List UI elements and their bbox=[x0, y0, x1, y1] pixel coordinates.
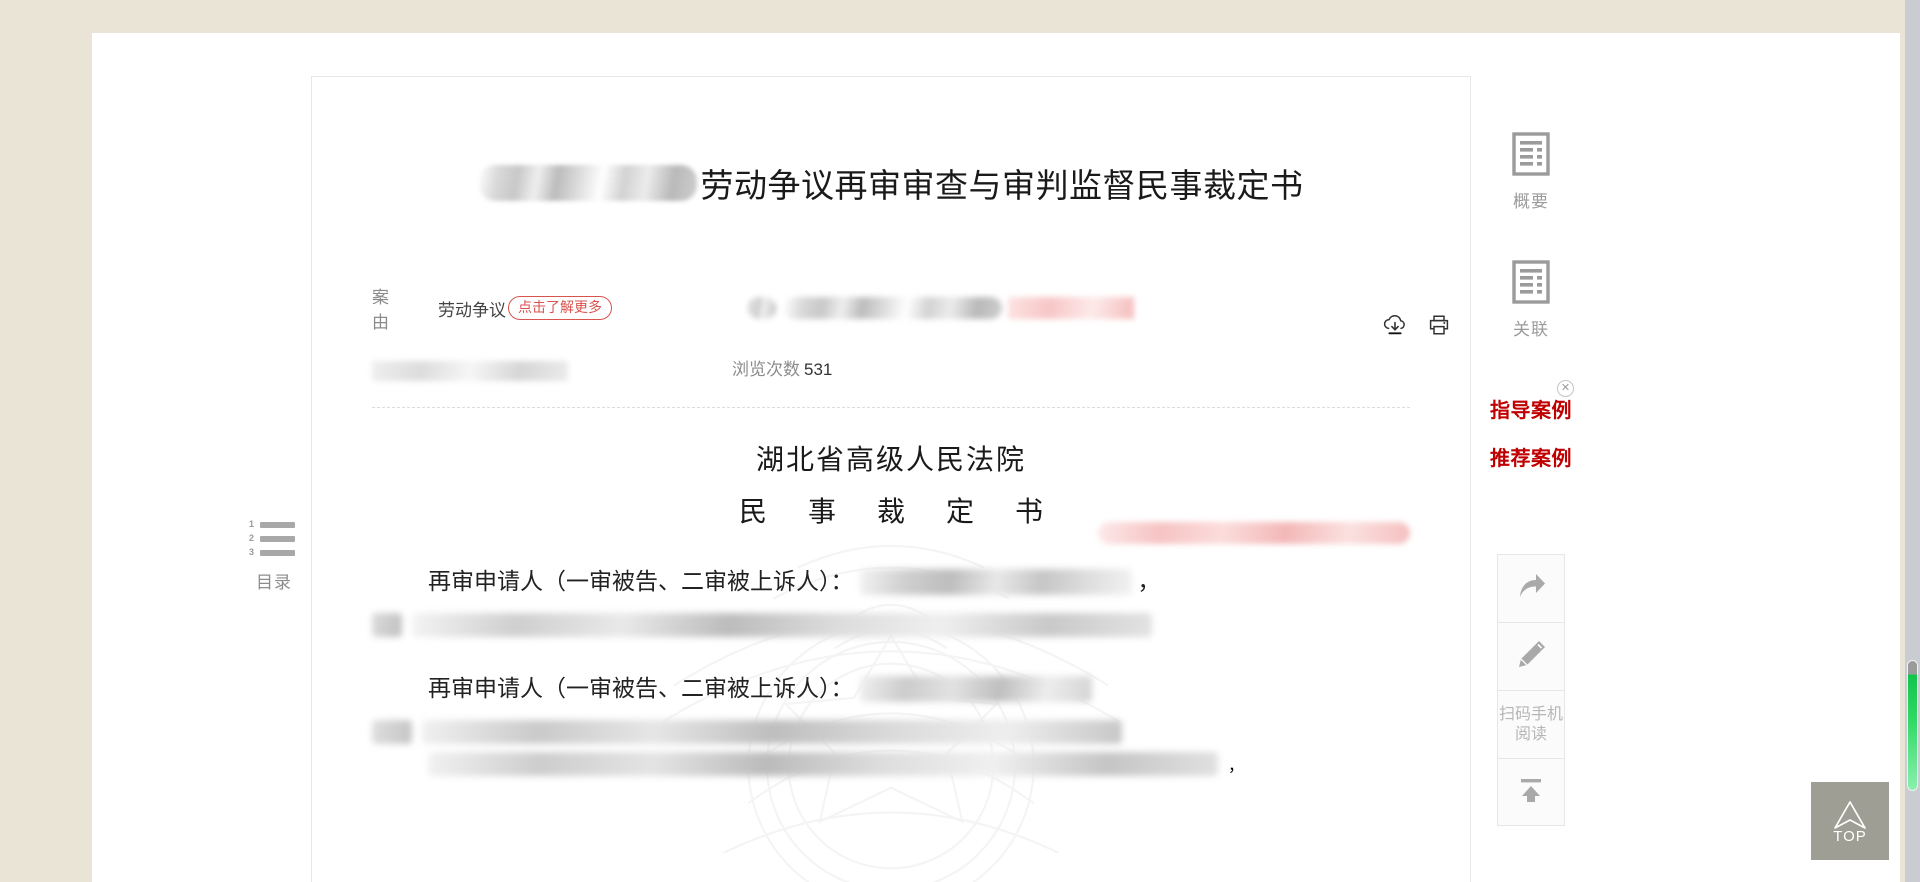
floating-action-stack: 扫码手机阅读 bbox=[1497, 554, 1565, 826]
redacted-title-prefix bbox=[478, 165, 697, 201]
redacted-highlight-bar bbox=[1098, 522, 1410, 544]
pencil-icon bbox=[1514, 638, 1548, 675]
document-body: 湖北省高级人民法院 民 事 裁 定 书 再审申请人（一审被告、二审被上诉人）： … bbox=[372, 438, 1410, 882]
promo-panel: ✕ 指导案例 推荐案例 bbox=[1471, 380, 1591, 474]
meta-row-case-source: 案 由 劳动争议 点击了解更多 bbox=[372, 283, 1410, 333]
cloud-download-icon[interactable] bbox=[1382, 313, 1408, 337]
document-meta: 案 由 劳动争议 点击了解更多 浏览次数 531 bbox=[372, 283, 1410, 385]
redacted-party-name-2 bbox=[859, 676, 1092, 703]
redacted-meta-c-highlight bbox=[1008, 297, 1134, 319]
toc-row: 3 bbox=[247, 548, 295, 557]
learn-more-tag[interactable]: 点击了解更多 bbox=[508, 296, 612, 320]
redacted-block bbox=[422, 719, 1122, 744]
scroll-to-top-label: TOP bbox=[1833, 827, 1867, 845]
app-viewport: 1 2 3 目录 劳动争议再审审查与审判监督民事裁定书 案 由 劳动争议 点击了… bbox=[0, 0, 1920, 882]
redacted-block bbox=[372, 719, 412, 744]
document-divider bbox=[372, 407, 1410, 408]
share-arrow-icon bbox=[1514, 570, 1548, 607]
redacted-meta-d bbox=[372, 361, 568, 381]
close-icon[interactable]: ✕ bbox=[1557, 380, 1574, 397]
toc-label: 目录 bbox=[256, 573, 292, 592]
tool-rail: 概要 关联 ✕ 指导案例 推荐案例 扫码手机阅读 bbox=[1471, 76, 1591, 882]
printer-icon[interactable] bbox=[1426, 313, 1452, 337]
meta-label-case-source: 案 由 bbox=[372, 288, 453, 332]
party-line-1: 再审申请人（一审被告、二审被上诉人）： ， bbox=[372, 560, 1410, 605]
document-card: 劳动争议再审审查与审判监督民事裁定书 案 由 劳动争议 点击了解更多 浏览次数 5… bbox=[311, 76, 1471, 882]
promo-link-guiding-case[interactable]: 指导案例 bbox=[1471, 398, 1591, 426]
numbered-list-icon: 1 2 3 bbox=[247, 520, 311, 557]
toc-row: 2 bbox=[247, 534, 295, 543]
redacted-block bbox=[428, 751, 1218, 776]
document-inner: 劳动争议再审审查与审判监督民事裁定书 案 由 劳动争议 点击了解更多 浏览次数 5… bbox=[312, 77, 1470, 882]
view-count: 浏览次数 531 bbox=[732, 355, 832, 380]
redacted-party-name-1 bbox=[859, 569, 1132, 596]
redacted-meta-a bbox=[748, 297, 776, 319]
rail-item-summary[interactable]: 概要 bbox=[1471, 132, 1591, 212]
party-line-1-tail: ， bbox=[1137, 569, 1161, 594]
page-scrollbar-thumb[interactable] bbox=[1907, 660, 1918, 791]
rail-label-summary: 概要 bbox=[1513, 192, 1549, 211]
party-line-1-text: 再审申请人（一审被告、二审被上诉人）： bbox=[428, 569, 854, 594]
annotate-button[interactable] bbox=[1497, 622, 1565, 690]
share-button[interactable] bbox=[1497, 554, 1565, 622]
redacted-text-row: ， bbox=[428, 751, 1410, 776]
page-scrollbar-track[interactable] bbox=[1905, 0, 1920, 882]
party-line-3-tail: ， bbox=[1228, 757, 1245, 775]
view-count-label: 浏览次数 bbox=[732, 360, 800, 379]
toc-number: 2 bbox=[248, 533, 254, 543]
redacted-block bbox=[412, 612, 1152, 637]
rail-label-related: 关联 bbox=[1513, 320, 1549, 339]
toc-bar bbox=[260, 521, 295, 528]
upload-arrow-icon bbox=[1514, 774, 1548, 811]
toc-number: 1 bbox=[248, 519, 254, 529]
document-related-icon bbox=[1511, 260, 1551, 308]
toc-number: 3 bbox=[248, 547, 254, 557]
court-name: 湖北省高级人民法院 bbox=[755, 445, 1026, 476]
document-title: 劳动争议再审审查与审判监督民事裁定书 bbox=[372, 159, 1410, 207]
redacted-text-row bbox=[372, 612, 1410, 637]
document-action-icons bbox=[1382, 313, 1452, 337]
party-line-2: 再审申请人（一审被告、二审被上诉人）： bbox=[372, 667, 1410, 712]
toc-rail[interactable]: 1 2 3 目录 bbox=[237, 520, 311, 593]
view-count-value: 531 bbox=[804, 360, 833, 379]
redacted-text-row bbox=[372, 719, 1410, 744]
toc-row: 1 bbox=[247, 520, 295, 529]
document-title-text: 劳动争议再审审查与审判监督民事裁定书 bbox=[700, 167, 1304, 204]
qr-read-label: 扫码手机阅读 bbox=[1498, 705, 1563, 743]
qr-read-button[interactable]: 扫码手机阅读 bbox=[1497, 690, 1565, 758]
scroll-up-button[interactable] bbox=[1497, 758, 1565, 826]
redacted-meta-b bbox=[784, 297, 1002, 319]
document-summary-icon bbox=[1511, 132, 1551, 180]
rail-item-related[interactable]: 关联 bbox=[1471, 260, 1591, 340]
redacted-block bbox=[372, 612, 402, 637]
toc-bar bbox=[260, 535, 295, 542]
scroll-to-top-button[interactable]: TOP bbox=[1811, 782, 1889, 860]
meta-value-case-source: 劳动争议 bbox=[438, 300, 506, 320]
document-body-content: 湖北省高级人民法院 民 事 裁 定 书 再审申请人（一审被告、二审被上诉人）： … bbox=[372, 438, 1410, 776]
toc-bar bbox=[260, 549, 295, 556]
promo-link-recommended-case[interactable]: 推荐案例 bbox=[1471, 446, 1591, 474]
party-line-2-text: 再审申请人（一审被告、二审被上诉人）： bbox=[428, 675, 854, 701]
meta-row-views: 浏览次数 531 bbox=[372, 357, 1410, 385]
